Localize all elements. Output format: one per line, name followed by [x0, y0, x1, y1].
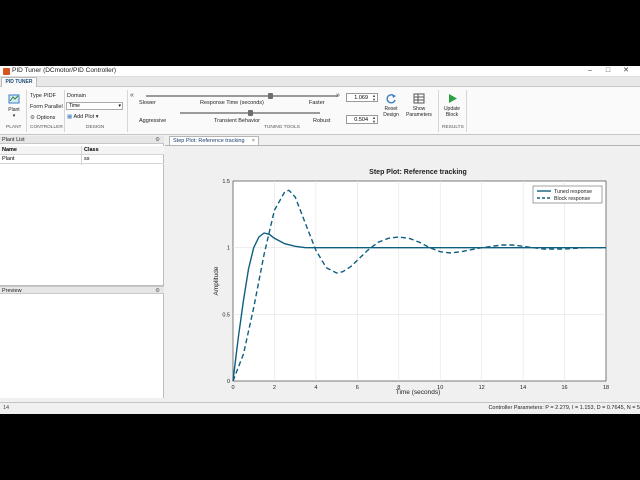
controller-section-label: CONTROLLER: [30, 125, 63, 130]
legend-tuned-label: Tuned response: [554, 189, 592, 195]
design-section-label: DESIGN: [86, 125, 105, 130]
toolstrip-tabs: PID TUNER: [0, 77, 640, 87]
plant-icon: [8, 94, 20, 104]
tab-step-plot[interactable]: Step Plot: Reference tracking ×: [169, 136, 259, 145]
transient-behavior-field[interactable]: 0.504 ▲ ▼: [346, 115, 378, 124]
robust-label: Robust: [313, 118, 331, 124]
form-label[interactable]: Form Parallel: [30, 104, 63, 110]
plant-list-header: Plant List ⚙: [0, 136, 164, 144]
figure-panel: Step Plot: Reference tracking 0 2 4 6 8 10 12 1…: [165, 145, 640, 398]
options-button[interactable]: ⚙ Options: [30, 115, 55, 121]
collapse-icon[interactable]: «: [130, 92, 134, 99]
x-tick-label: 18: [603, 385, 609, 391]
matlab-icon: [3, 68, 10, 75]
update-block-button[interactable]: Update Block: [440, 93, 464, 118]
controller-parameters-status: Controller Parameters: P = 2.279, I = 1.…: [488, 405, 640, 411]
gear-icon[interactable]: ⚙: [155, 136, 160, 144]
x-tick-label: 12: [479, 385, 485, 391]
close-button[interactable]: ✕: [619, 66, 633, 76]
type-label[interactable]: Type PIDF: [30, 93, 56, 99]
response-time-slider[interactable]: [146, 95, 338, 97]
plant-class-cell: ss: [84, 156, 90, 162]
document-area: Step Plot: Reference tracking × Step Plo…: [165, 136, 640, 398]
y-tick-label: 1: [227, 246, 230, 252]
play-icon: [449, 94, 457, 103]
table-icon: [413, 93, 425, 104]
plant-list-header-row: Name Class: [0, 146, 164, 155]
x-tick-label: 4: [314, 385, 317, 391]
response-time-slider-knob[interactable]: [268, 93, 274, 99]
plant-section-label: PLANT: [6, 125, 22, 130]
domain-label: Domain: [67, 93, 86, 99]
minimize-button[interactable]: –: [583, 66, 597, 76]
results-section-label: RESULTS: [442, 125, 464, 130]
plot-area: [232, 180, 607, 382]
pid-tuner-window: PID Tuner (DCmotor/PID Controller) – □ ✕…: [0, 66, 640, 414]
table-row[interactable]: Plant ss: [0, 155, 164, 164]
x-tick-label: 14: [520, 385, 526, 391]
chevron-down-icon: ▾: [118, 103, 121, 109]
preview-title: Preview: [2, 288, 22, 294]
spinner-arrows-icon[interactable]: ▲ ▼: [372, 116, 376, 124]
expand-icon[interactable]: »: [336, 92, 340, 99]
x-axis-label: Time (seconds): [396, 389, 441, 396]
response-time-label: Response Time (seconds): [200, 100, 264, 106]
add-plot-icon: ▦: [67, 114, 73, 120]
reset-icon: [386, 94, 396, 104]
chevron-down-icon: ▾: [95, 114, 99, 120]
y-tick-label: 0.5: [222, 312, 230, 318]
plant-name-cell: Plant: [2, 156, 15, 162]
plant-list-title: Plant List: [2, 137, 25, 143]
gear-icon[interactable]: ⚙: [155, 287, 160, 295]
title-bar: PID Tuner (DCmotor/PID Controller) – □ ✕: [0, 66, 640, 77]
aggressive-label: Aggressive: [139, 118, 167, 124]
step-response-chart[interactable]: Step Plot: Reference tracking 0 2 4 6 8 10 12 1…: [165, 146, 640, 399]
response-time-field[interactable]: 1.069 ▲ ▼: [346, 93, 378, 102]
show-parameters-button[interactable]: Show Parameters: [404, 93, 434, 118]
close-tab-icon[interactable]: ×: [252, 137, 255, 145]
x-tick-label: 6: [356, 385, 359, 391]
transient-behavior-slider-knob[interactable]: [247, 110, 253, 116]
y-axis-label: Amplitude: [213, 266, 220, 295]
add-plot-button[interactable]: ▦ Add Plot ▾: [67, 114, 99, 120]
legend: Tuned response Block response: [532, 185, 603, 204]
status-bar: 14 Controller Parameters: P = 2.279, I =…: [0, 402, 640, 414]
window-title: PID Tuner (DCmotor/PID Controller): [12, 67, 117, 74]
legend-block-label: Block response: [554, 196, 590, 202]
x-tick-label: 2: [273, 385, 276, 391]
column-name[interactable]: Name: [0, 146, 17, 155]
tuning-tools-section-label: TUNING TOOLS: [264, 125, 300, 130]
domain-select[interactable]: Time ▾: [66, 102, 123, 110]
spinner-arrows-icon[interactable]: ▲ ▼: [372, 94, 376, 102]
faster-label: Faster: [309, 100, 325, 106]
y-tick-label: 1.5: [222, 179, 230, 185]
preview-header: Preview ⚙: [0, 286, 164, 294]
tab-pid-tuner[interactable]: PID TUNER: [1, 77, 37, 87]
plant-button[interactable]: Plant ▾: [4, 93, 24, 119]
maximize-button[interactable]: □: [601, 66, 615, 76]
status-left: 14: [3, 405, 10, 411]
column-class[interactable]: Class: [82, 146, 99, 155]
x-tick-label: 0: [231, 385, 234, 391]
gear-icon: ⚙: [30, 115, 35, 121]
x-tick-label: 16: [561, 385, 567, 391]
chart-title: Step Plot: Reference tracking: [369, 169, 467, 176]
y-tick-label: 0: [227, 379, 230, 385]
reset-design-button[interactable]: Reset Design: [380, 93, 402, 118]
left-panel: Plant List ⚙ Name Class Plant ss Preview…: [0, 136, 164, 398]
toolstrip: Plant ▾ PLANT Type PIDF Form Parallel ⚙ …: [0, 87, 640, 135]
transient-behavior-label: Transient Behavior: [214, 118, 260, 124]
slower-label: Slower: [139, 100, 156, 106]
